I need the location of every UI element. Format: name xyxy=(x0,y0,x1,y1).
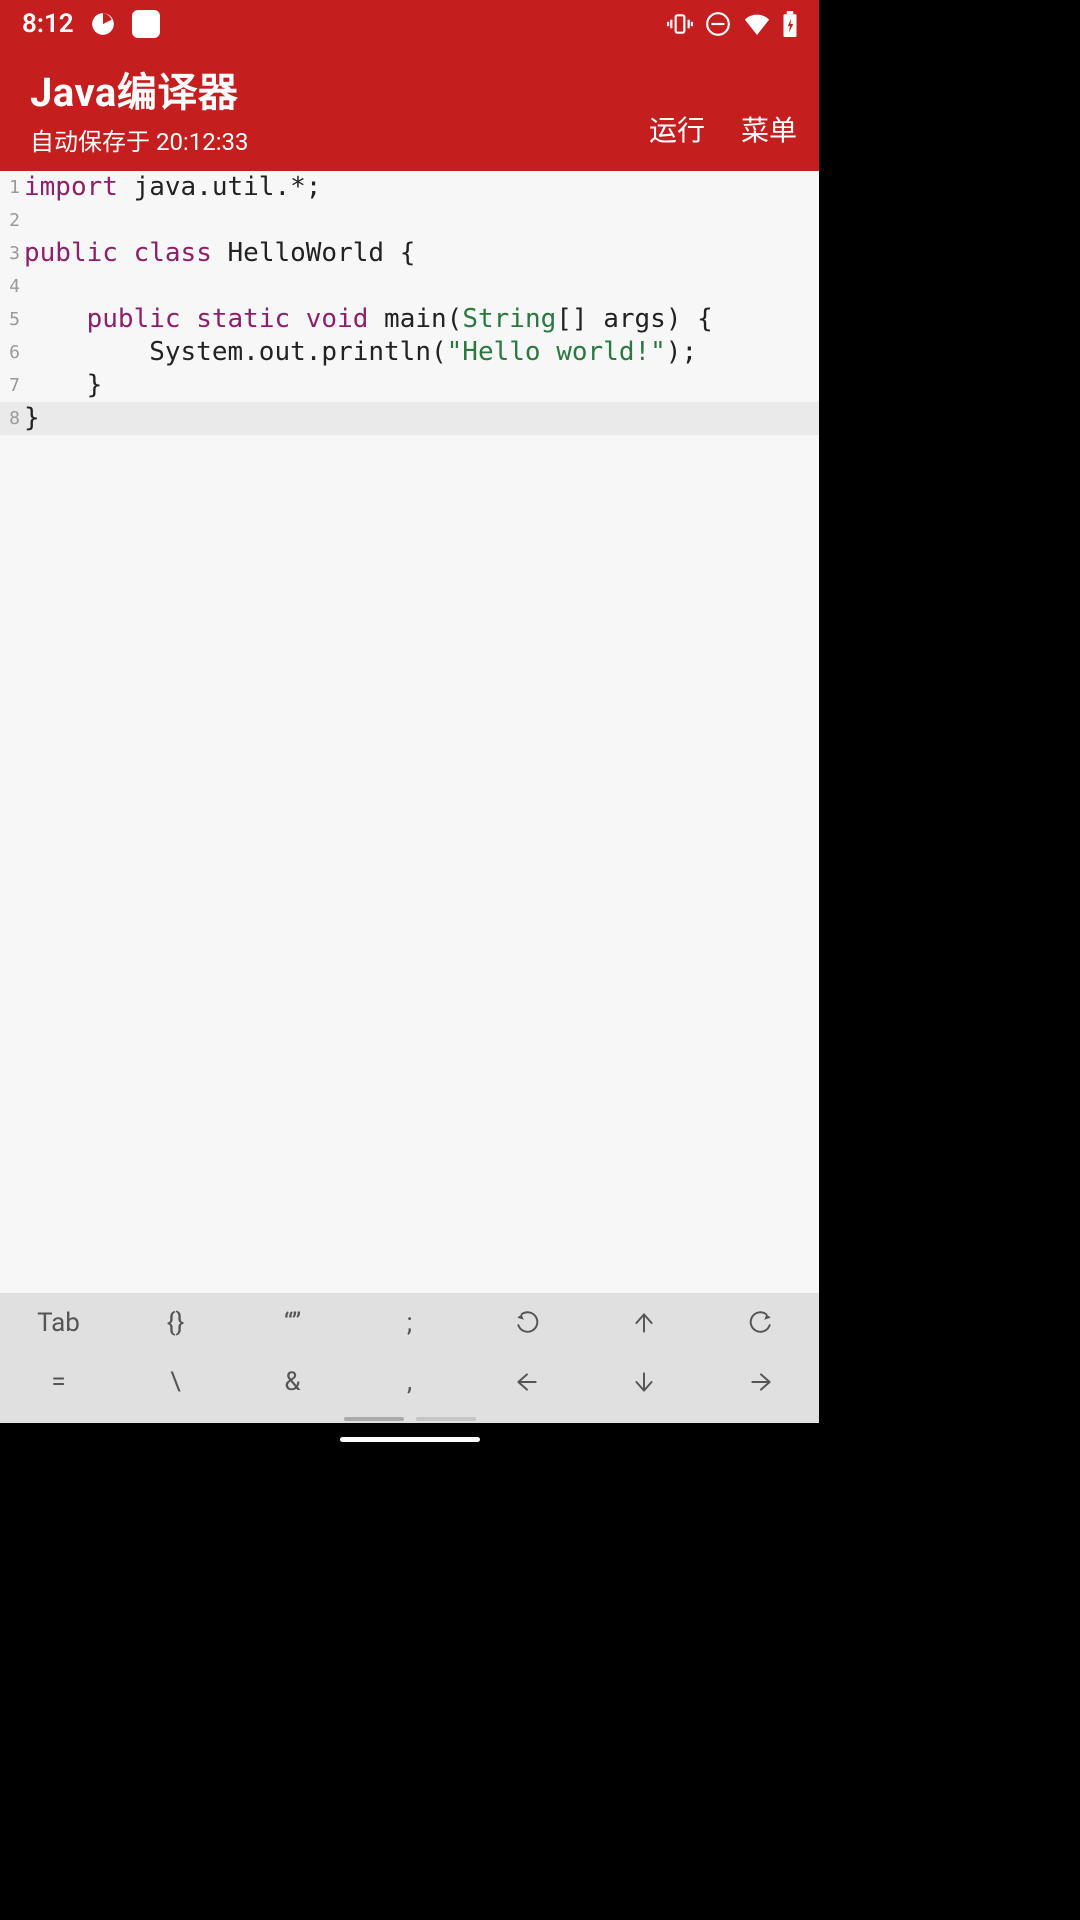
home-indicator[interactable] xyxy=(340,1437,480,1442)
battery-icon xyxy=(783,11,797,37)
code-line[interactable]: 8} xyxy=(0,402,819,435)
line-number: 4 xyxy=(0,270,24,303)
insert--button[interactable]: {} xyxy=(117,1293,234,1352)
arrow-up-icon[interactable] xyxy=(585,1293,702,1352)
code-line[interactable]: 2 xyxy=(0,204,819,237)
menu-button[interactable]: 菜单 xyxy=(741,109,797,149)
dnd-icon xyxy=(705,11,731,37)
insert--button[interactable]: “” xyxy=(234,1293,351,1352)
wifi-icon xyxy=(743,13,771,35)
code-content: } xyxy=(24,369,819,402)
code-line[interactable]: 7 } xyxy=(0,369,819,402)
line-number: 7 xyxy=(0,369,24,402)
line-number: 5 xyxy=(0,303,24,336)
nav-bar xyxy=(0,1423,819,1456)
code-line[interactable]: 4 xyxy=(0,270,819,303)
arrow-left-icon[interactable] xyxy=(468,1352,585,1411)
arrow-right-icon[interactable] xyxy=(702,1352,819,1411)
code-content xyxy=(24,270,819,303)
insert--button[interactable]: = xyxy=(0,1352,117,1411)
undo-icon[interactable] xyxy=(468,1293,585,1352)
page-dot-inactive xyxy=(416,1417,476,1421)
line-number: 8 xyxy=(0,402,24,435)
code-content: } xyxy=(24,402,819,435)
line-number: 1 xyxy=(0,171,24,204)
code-line[interactable]: 5 public static void main(String[] args)… xyxy=(0,303,819,336)
line-number: 6 xyxy=(0,336,24,369)
code-line[interactable]: 1import java.util.*; xyxy=(0,171,819,204)
status-app-icon xyxy=(132,10,160,38)
line-number: 2 xyxy=(0,204,24,237)
code-content: public static void main(String[] args) { xyxy=(24,303,819,336)
insert--button[interactable]: , xyxy=(351,1352,468,1411)
insert-tab-button[interactable]: Tab xyxy=(0,1293,117,1352)
insert--button[interactable]: ; xyxy=(351,1293,468,1352)
code-content: System.out.println("Hello world!"); xyxy=(24,336,819,369)
code-line[interactable]: 3public class HelloWorld { xyxy=(0,237,819,270)
code-content xyxy=(24,204,819,237)
status-bar: 8:12 xyxy=(0,0,819,48)
status-time: 8:12 xyxy=(22,9,74,39)
insert--button[interactable]: & xyxy=(234,1352,351,1411)
app-header: Java编译器 自动保存于 20:12:33 运行 菜单 xyxy=(0,48,819,171)
line-number: 3 xyxy=(0,237,24,270)
toolbar-page-indicator xyxy=(0,1411,819,1423)
code-content: import java.util.*; xyxy=(24,171,819,204)
app-title: Java编译器 xyxy=(30,60,249,118)
insert--button[interactable]: \ xyxy=(117,1352,234,1411)
code-content: public class HelloWorld { xyxy=(24,237,819,270)
status-notif-icon xyxy=(90,11,116,37)
arrow-down-icon[interactable] xyxy=(585,1352,702,1411)
code-editor[interactable]: 1import java.util.*;23public class Hello… xyxy=(0,171,819,1293)
vibrate-icon xyxy=(667,11,693,37)
autosave-status: 自动保存于 20:12:33 xyxy=(30,122,249,157)
redo-icon[interactable] xyxy=(702,1293,819,1352)
code-line[interactable]: 6 System.out.println("Hello world!"); xyxy=(0,336,819,369)
run-button[interactable]: 运行 xyxy=(649,109,705,149)
symbol-toolbar: Tab{}“”; =\&, xyxy=(0,1293,819,1423)
page-dot-active xyxy=(344,1417,404,1421)
